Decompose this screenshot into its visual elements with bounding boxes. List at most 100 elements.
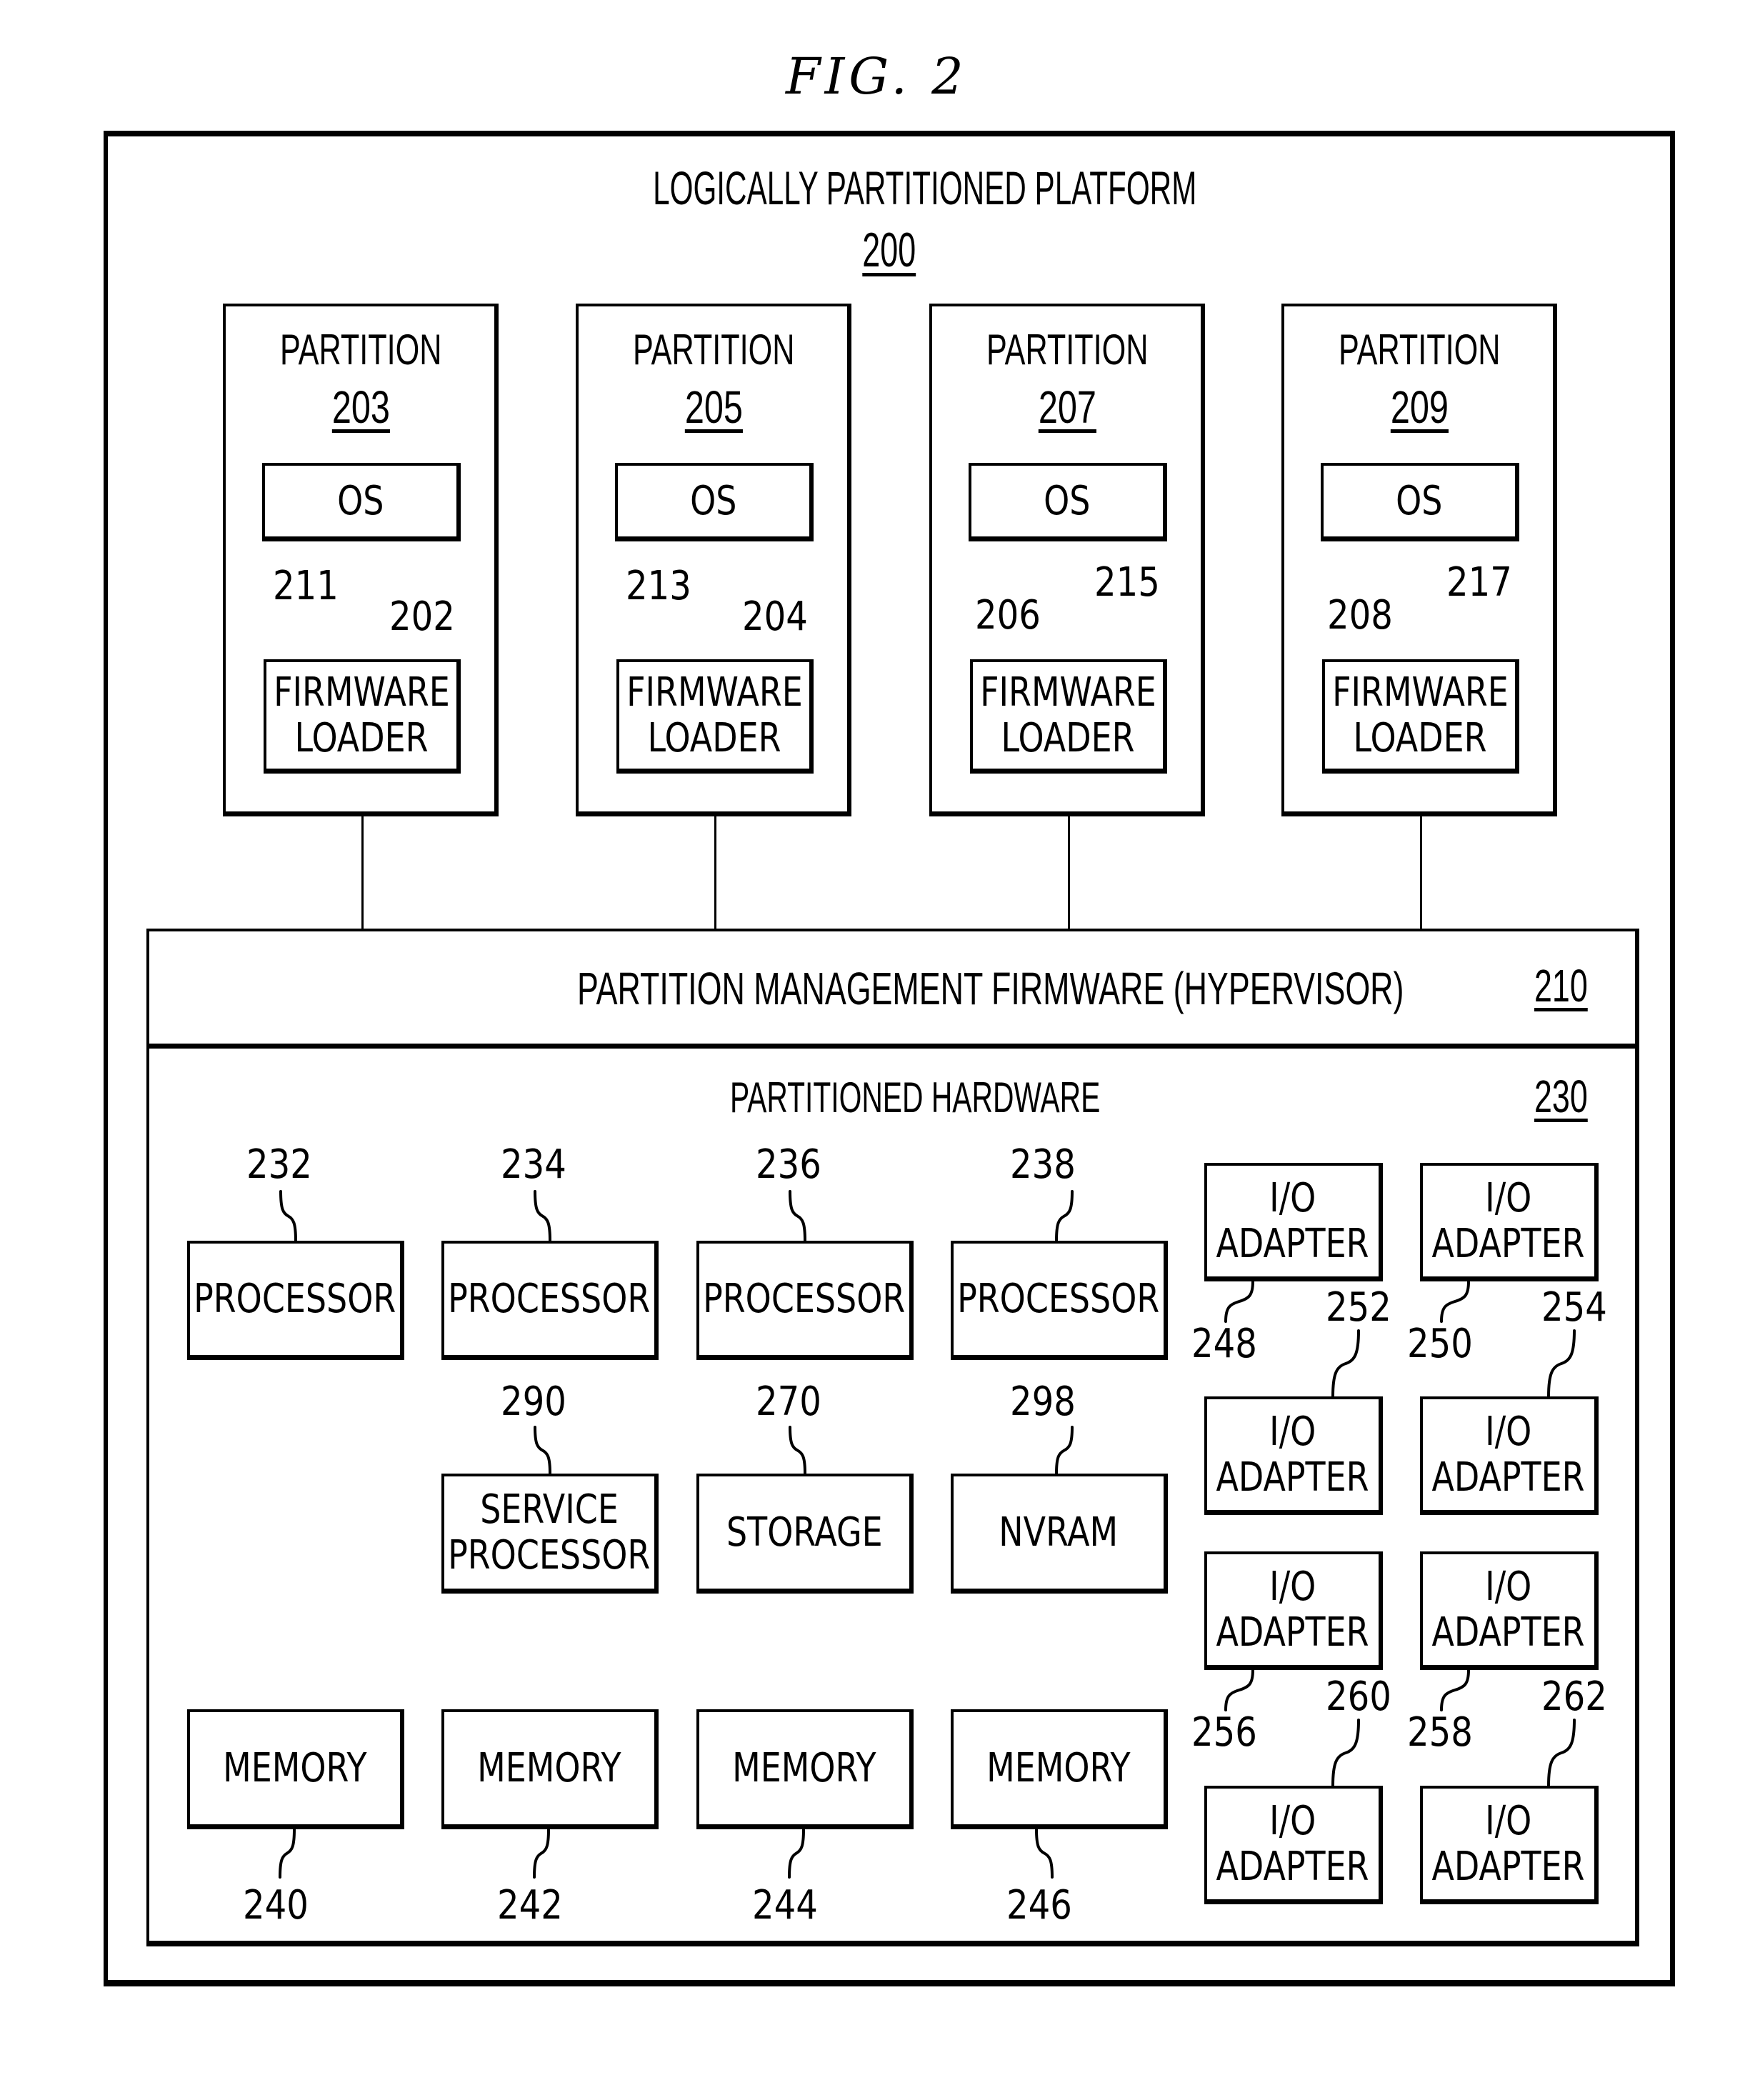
processor-content: PROCESSOR	[190, 1244, 400, 1355]
firmware-loader-box[interactable]: FIRMWARE LOADER	[1322, 659, 1519, 774]
partition-ref-text: 203	[331, 381, 390, 433]
io-adapter-label-line1: I/O	[1485, 1797, 1532, 1844]
connector-line	[361, 816, 364, 931]
platform-ref: 200	[818, 226, 961, 274]
partition-title: PARTITION	[576, 329, 851, 371]
io-adapter-ref-label: 256	[1191, 1709, 1257, 1756]
firmware-loader-label-line2: LOADER	[294, 714, 429, 761]
memory-label: MEMORY	[223, 1744, 367, 1791]
os-ref-label: 202	[389, 594, 455, 640]
os-content: OS	[618, 466, 809, 536]
partition-ref: 203	[223, 384, 499, 430]
firmware-loader-box[interactable]: FIRMWARE LOADER	[616, 659, 814, 774]
io-adapter-label-line2: ADAPTER	[1431, 1609, 1586, 1656]
partition-title-text: PARTITION	[632, 326, 795, 374]
processor-box[interactable]: PROCESSOR	[187, 1241, 404, 1360]
processor-label: PROCESSOR	[194, 1276, 396, 1322]
service-processor-content: SERVICE PROCESSOR	[444, 1476, 654, 1589]
io-adapter-content: I/O ADAPTER	[1207, 1789, 1379, 1899]
firmware-loader-label-line2: LOADER	[647, 714, 781, 761]
os-label: OS	[1044, 477, 1091, 524]
firmware-loader-label-line1: FIRMWARE	[273, 669, 450, 716]
processor-content: PROCESSOR	[954, 1244, 1164, 1355]
hypervisor-title: PARTITION MANAGEMENT FIRMWARE (HYPERVISO…	[400, 966, 1404, 1011]
diagram-canvas: FIG. 2 LOGICALLY PARTITIONED PLATFORM 20…	[0, 0, 1750, 2100]
os-content: OS	[971, 466, 1163, 536]
component-label-line1: STORAGE	[726, 1509, 883, 1556]
io-adapter-box[interactable]: I/O ADAPTER	[1204, 1786, 1383, 1904]
io-adapter-ref-label: 250	[1407, 1321, 1473, 1367]
os-ref-label: 206	[975, 592, 1041, 639]
os-box[interactable]: OS	[969, 463, 1167, 541]
io-adapter-label-line2: ADAPTER	[1431, 1454, 1586, 1501]
io-adapter-label-line2: ADAPTER	[1431, 1220, 1586, 1267]
processor-box[interactable]: PROCESSOR	[441, 1241, 659, 1360]
io-adapter-box[interactable]: I/O ADAPTER	[1204, 1163, 1383, 1281]
processor-content: PROCESSOR	[444, 1244, 654, 1355]
io-adapter-label-line1: I/O	[1485, 1174, 1532, 1221]
memory-content: MEMORY	[444, 1712, 654, 1824]
os-content: OS	[1324, 466, 1515, 536]
hypervisor-ref-text: 210	[1534, 960, 1588, 1011]
os-label: OS	[690, 477, 737, 524]
memory-box[interactable]: MEMORY	[951, 1709, 1168, 1829]
os-box[interactable]: OS	[262, 463, 461, 541]
firmware-loader-content: FIRMWARE LOADER	[266, 662, 456, 769]
memory-box[interactable]: MEMORY	[696, 1709, 914, 1829]
memory-ref-label: 242	[497, 1882, 563, 1929]
io-adapter-box[interactable]: I/O ADAPTER	[1420, 1551, 1599, 1670]
processor-label: PROCESSOR	[703, 1276, 906, 1322]
firmware-loader-label-line1: FIRMWARE	[626, 669, 803, 716]
nvram-box[interactable]: NVRAM	[951, 1474, 1168, 1594]
firmware-loader-label-line1: FIRMWARE	[979, 669, 1156, 716]
processor-ref-label: 236	[756, 1141, 821, 1188]
service-processor-box[interactable]: SERVICE PROCESSOR	[441, 1474, 659, 1594]
os-box[interactable]: OS	[1321, 463, 1519, 541]
partition-title-text: PARTITION	[986, 326, 1149, 374]
component-ref-label: 298	[1010, 1379, 1076, 1425]
os-ref-label: 208	[1327, 592, 1393, 639]
memory-label: MEMORY	[986, 1744, 1131, 1791]
os-box[interactable]: OS	[615, 463, 814, 541]
partition-ref: 207	[929, 384, 1205, 430]
firmware-loader-label-line2: LOADER	[1353, 714, 1487, 761]
firmware-loader-content: FIRMWARE LOADER	[1325, 662, 1515, 769]
io-adapter-label-line2: ADAPTER	[1431, 1843, 1586, 1890]
memory-content: MEMORY	[954, 1712, 1164, 1824]
hardware-ref-text: 230	[1534, 1071, 1588, 1122]
memory-box[interactable]: MEMORY	[187, 1709, 404, 1829]
io-adapter-ref-label: 262	[1541, 1674, 1607, 1720]
platform-title: LOGICALLY PARTITIONED PLATFORM	[500, 164, 1279, 211]
io-adapter-box[interactable]: I/O ADAPTER	[1204, 1396, 1383, 1515]
io-adapter-box[interactable]: I/O ADAPTER	[1420, 1786, 1599, 1904]
io-adapter-box[interactable]: I/O ADAPTER	[1420, 1396, 1599, 1515]
partition-title-text: PARTITION	[1338, 326, 1501, 374]
loader-ref-label: 217	[1446, 559, 1512, 606]
io-adapter-content: I/O ADAPTER	[1207, 1166, 1379, 1276]
io-adapter-ref-label: 252	[1326, 1284, 1391, 1331]
storage-box[interactable]: STORAGE	[696, 1474, 914, 1594]
figure-title: FIG. 2	[786, 47, 968, 106]
memory-ref-label: 244	[752, 1882, 818, 1929]
io-adapter-box[interactable]: I/O ADAPTER	[1420, 1163, 1599, 1281]
partition-ref-text: 205	[684, 381, 743, 433]
firmware-loader-box[interactable]: FIRMWARE LOADER	[970, 659, 1167, 774]
memory-box[interactable]: MEMORY	[441, 1709, 659, 1829]
io-adapter-content: I/O ADAPTER	[1423, 1554, 1594, 1665]
io-adapter-label-line2: ADAPTER	[1216, 1220, 1370, 1267]
io-adapter-content: I/O ADAPTER	[1207, 1399, 1379, 1510]
processor-ref-label: 234	[501, 1141, 566, 1188]
hypervisor-title-text: PARTITION MANAGEMENT FIRMWARE (HYPERVISO…	[577, 963, 1404, 1014]
io-adapter-label-line1: I/O	[1269, 1174, 1316, 1221]
platform-title-text: LOGICALLY PARTITIONED PLATFORM	[653, 161, 1197, 214]
processor-box[interactable]: PROCESSOR	[951, 1241, 1168, 1360]
io-adapter-label-line1: I/O	[1269, 1563, 1316, 1610]
io-adapter-box[interactable]: I/O ADAPTER	[1204, 1551, 1383, 1670]
firmware-loader-box[interactable]: FIRMWARE LOADER	[264, 659, 461, 774]
partition-ref-text: 209	[1390, 381, 1449, 433]
component-label-line1: SERVICE	[480, 1486, 619, 1533]
memory-ref-label: 240	[243, 1882, 309, 1929]
processor-box[interactable]: PROCESSOR	[696, 1241, 914, 1360]
partition-title: PARTITION	[929, 329, 1205, 371]
partition-title: PARTITION	[1281, 329, 1557, 371]
